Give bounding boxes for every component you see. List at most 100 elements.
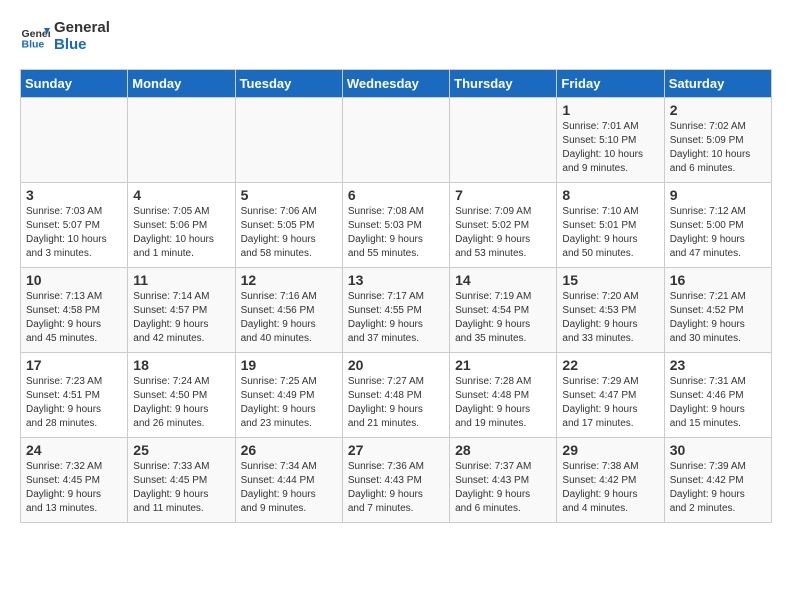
- day-number: 24: [26, 442, 122, 458]
- day-info: Sunrise: 7:14 AM Sunset: 4:57 PM Dayligh…: [133, 290, 229, 346]
- weekday-header-saturday: Saturday: [664, 70, 771, 98]
- day-number: 22: [562, 357, 658, 373]
- day-info: Sunrise: 7:38 AM Sunset: 4:42 PM Dayligh…: [562, 460, 658, 516]
- weekday-header-thursday: Thursday: [450, 70, 557, 98]
- day-cell: 27 Sunrise: 7:36 AM Sunset: 4:43 PM Dayli…: [342, 438, 449, 523]
- day-cell: [342, 98, 449, 183]
- day-info: Sunrise: 7:27 AM Sunset: 4:48 PM Dayligh…: [348, 375, 444, 431]
- day-info: Sunrise: 7:31 AM Sunset: 4:46 PM Dayligh…: [670, 375, 766, 431]
- day-info: Sunrise: 7:02 AM Sunset: 5:09 PM Dayligh…: [670, 120, 766, 176]
- day-number: 5: [241, 187, 337, 203]
- day-cell: 4 Sunrise: 7:05 AM Sunset: 5:06 PM Daylig…: [128, 183, 235, 268]
- day-info: Sunrise: 7:05 AM Sunset: 5:06 PM Dayligh…: [133, 205, 229, 261]
- day-cell: [450, 98, 557, 183]
- day-cell: 5 Sunrise: 7:06 AM Sunset: 5:05 PM Daylig…: [235, 183, 342, 268]
- weekday-header-wednesday: Wednesday: [342, 70, 449, 98]
- svg-text:Blue: Blue: [22, 38, 45, 50]
- day-cell: 12Sunrise: 7:16 AM Sunset: 4:56 PM Dayli…: [235, 268, 342, 353]
- day-cell: 21Sunrise: 7:28 AM Sunset: 4:48 PM Dayli…: [450, 353, 557, 438]
- day-cell: [235, 98, 342, 183]
- day-cell: 19 Sunrise: 7:25 AM Sunset: 4:49 PM Dayli…: [235, 353, 342, 438]
- day-cell: 3 Sunrise: 7:03 AM Sunset: 5:07 PM Daylig…: [21, 183, 128, 268]
- day-number: 9: [670, 187, 766, 203]
- day-cell: [128, 98, 235, 183]
- day-number: 18: [133, 357, 229, 373]
- day-info: Sunrise: 7:32 AM Sunset: 4:45 PM Dayligh…: [26, 460, 122, 516]
- day-number: 4: [133, 187, 229, 203]
- weekday-header-sunday: Sunday: [21, 70, 128, 98]
- weekday-header-tuesday: Tuesday: [235, 70, 342, 98]
- day-info: Sunrise: 7:33 AM Sunset: 4:45 PM Dayligh…: [133, 460, 229, 516]
- day-info: Sunrise: 7:28 AM Sunset: 4:48 PM Dayligh…: [455, 375, 551, 431]
- day-number: 10: [26, 272, 122, 288]
- day-info: Sunrise: 7:09 AM Sunset: 5:02 PM Dayligh…: [455, 205, 551, 261]
- day-info: Sunrise: 7:03 AM Sunset: 5:07 PM Dayligh…: [26, 205, 122, 261]
- day-number: 16: [670, 272, 766, 288]
- day-number: 6: [348, 187, 444, 203]
- day-cell: 28Sunrise: 7:37 AM Sunset: 4:43 PM Dayli…: [450, 438, 557, 523]
- day-number: 14: [455, 272, 551, 288]
- day-number: 27: [348, 442, 444, 458]
- day-info: Sunrise: 7:39 AM Sunset: 4:42 PM Dayligh…: [670, 460, 766, 516]
- day-number: 26: [241, 442, 337, 458]
- day-number: 29: [562, 442, 658, 458]
- day-info: Sunrise: 7:25 AM Sunset: 4:49 PM Dayligh…: [241, 375, 337, 431]
- day-cell: 22 Sunrise: 7:29 AM Sunset: 4:47 PM Dayli…: [557, 353, 664, 438]
- day-cell: 26 Sunrise: 7:34 AM Sunset: 4:44 PM Dayli…: [235, 438, 342, 523]
- logo-icon: General Blue: [20, 22, 50, 52]
- day-cell: 13 Sunrise: 7:17 AM Sunset: 4:55 PM Dayli…: [342, 268, 449, 353]
- day-info: Sunrise: 7:29 AM Sunset: 4:47 PM Dayligh…: [562, 375, 658, 431]
- day-info: Sunrise: 7:24 AM Sunset: 4:50 PM Dayligh…: [133, 375, 229, 431]
- day-info: Sunrise: 7:23 AM Sunset: 4:51 PM Dayligh…: [26, 375, 122, 431]
- day-info: Sunrise: 7:21 AM Sunset: 4:52 PM Dayligh…: [670, 290, 766, 346]
- calendar-table: SundayMondayTuesdayWednesdayThursdayFrid…: [20, 69, 772, 523]
- day-cell: 6 Sunrise: 7:08 AM Sunset: 5:03 PM Daylig…: [342, 183, 449, 268]
- day-info: Sunrise: 7:19 AM Sunset: 4:54 PM Dayligh…: [455, 290, 551, 346]
- weekday-header-row: SundayMondayTuesdayWednesdayThursdayFrid…: [21, 70, 772, 98]
- day-cell: 29 Sunrise: 7:38 AM Sunset: 4:42 PM Dayli…: [557, 438, 664, 523]
- day-info: Sunrise: 7:06 AM Sunset: 5:05 PM Dayligh…: [241, 205, 337, 261]
- day-cell: 9 Sunrise: 7:12 AM Sunset: 5:00 PM Daylig…: [664, 183, 771, 268]
- day-number: 30: [670, 442, 766, 458]
- day-info: Sunrise: 7:01 AM Sunset: 5:10 PM Dayligh…: [562, 120, 658, 176]
- week-row-4: 17 Sunrise: 7:23 AM Sunset: 4:51 PM Dayli…: [21, 353, 772, 438]
- day-info: Sunrise: 7:37 AM Sunset: 4:43 PM Dayligh…: [455, 460, 551, 516]
- weekday-header-friday: Friday: [557, 70, 664, 98]
- day-number: 25: [133, 442, 229, 458]
- day-info: Sunrise: 7:08 AM Sunset: 5:03 PM Dayligh…: [348, 205, 444, 261]
- day-number: 17: [26, 357, 122, 373]
- day-info: Sunrise: 7:12 AM Sunset: 5:00 PM Dayligh…: [670, 205, 766, 261]
- day-number: 20: [348, 357, 444, 373]
- day-info: Sunrise: 7:10 AM Sunset: 5:01 PM Dayligh…: [562, 205, 658, 261]
- week-row-5: 24 Sunrise: 7:32 AM Sunset: 4:45 PM Dayli…: [21, 438, 772, 523]
- day-cell: 25 Sunrise: 7:33 AM Sunset: 4:45 PM Dayli…: [128, 438, 235, 523]
- week-row-3: 10 Sunrise: 7:13 AM Sunset: 4:58 PM Dayli…: [21, 268, 772, 353]
- day-cell: 23 Sunrise: 7:31 AM Sunset: 4:46 PM Dayli…: [664, 353, 771, 438]
- week-row-2: 3 Sunrise: 7:03 AM Sunset: 5:07 PM Daylig…: [21, 183, 772, 268]
- logo-blue: Blue: [54, 37, 110, 54]
- logo-general: General: [54, 20, 110, 37]
- day-info: Sunrise: 7:13 AM Sunset: 4:58 PM Dayligh…: [26, 290, 122, 346]
- day-number: 23: [670, 357, 766, 373]
- day-cell: [21, 98, 128, 183]
- day-info: Sunrise: 7:20 AM Sunset: 4:53 PM Dayligh…: [562, 290, 658, 346]
- day-number: 13: [348, 272, 444, 288]
- page-header: General Blue General Blue: [20, 20, 772, 53]
- day-info: Sunrise: 7:17 AM Sunset: 4:55 PM Dayligh…: [348, 290, 444, 346]
- day-number: 19: [241, 357, 337, 373]
- day-info: Sunrise: 7:36 AM Sunset: 4:43 PM Dayligh…: [348, 460, 444, 516]
- day-cell: 18 Sunrise: 7:24 AM Sunset: 4:50 PM Dayli…: [128, 353, 235, 438]
- day-cell: 24 Sunrise: 7:32 AM Sunset: 4:45 PM Dayli…: [21, 438, 128, 523]
- day-number: 3: [26, 187, 122, 203]
- day-number: 12: [241, 272, 337, 288]
- day-number: 1: [562, 102, 658, 118]
- day-cell: 11Sunrise: 7:14 AM Sunset: 4:57 PM Dayli…: [128, 268, 235, 353]
- day-info: Sunrise: 7:34 AM Sunset: 4:44 PM Dayligh…: [241, 460, 337, 516]
- day-number: 8: [562, 187, 658, 203]
- day-number: 2: [670, 102, 766, 118]
- day-cell: 10 Sunrise: 7:13 AM Sunset: 4:58 PM Dayli…: [21, 268, 128, 353]
- day-cell: 1 Sunrise: 7:01 AM Sunset: 5:10 PM Daylig…: [557, 98, 664, 183]
- weekday-header-monday: Monday: [128, 70, 235, 98]
- day-cell: 2 Sunrise: 7:02 AM Sunset: 5:09 PM Daylig…: [664, 98, 771, 183]
- logo: General Blue General Blue: [20, 20, 110, 53]
